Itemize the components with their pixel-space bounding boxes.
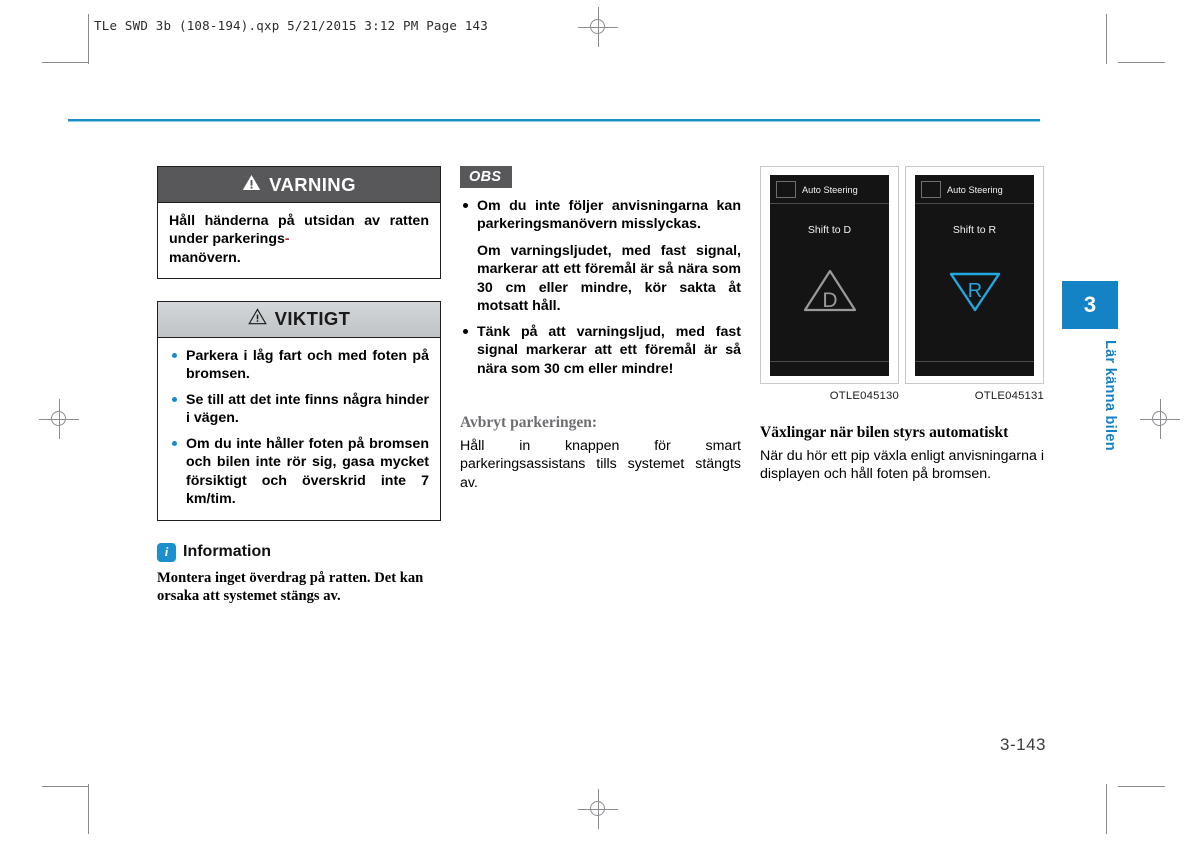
display-title: Auto Steering — [947, 184, 1003, 195]
chapter-tab-number: 3 — [1062, 281, 1118, 329]
display-footer — [915, 361, 1034, 376]
figure-caption: OTLE045130 — [829, 390, 899, 402]
svg-text:D: D — [822, 289, 837, 312]
shift-section-heading: Växlingar när bilen styrs automatiskt — [760, 424, 1009, 441]
figure-shift-to-d: Auto Steering Shift to D D OTLE045130 — [760, 166, 899, 402]
display-title: Auto Steering — [802, 184, 858, 195]
crop-mark-top-right-vertical — [1106, 14, 1107, 64]
caution-item-text: Om du inte håller foten på bromsen och b… — [186, 435, 429, 508]
list-item: Om du inte följer anvisningarna kan park… — [460, 197, 741, 316]
caution-item-text: Parkera i låg fart och med foten på brom… — [186, 347, 429, 383]
figure-frame: Auto Steering Shift to D D — [760, 166, 899, 384]
info-icon: i — [157, 542, 176, 562]
registration-mark-right — [1140, 399, 1180, 439]
triangle-up-d-icon: D — [770, 236, 889, 361]
cluster-display-r: Auto Steering Shift to R R — [915, 175, 1034, 376]
triangle-down-r-icon: R — [915, 236, 1034, 361]
page-number: 3-143 — [1000, 735, 1046, 754]
bullet-dot-icon — [172, 396, 177, 402]
caution-item-text: Se till att det inte finns några hinder … — [186, 391, 429, 427]
crop-mark-top-left-horizontal — [42, 62, 89, 63]
display-header: Auto Steering — [770, 175, 889, 204]
warning-text-hyphen: - — [284, 231, 290, 248]
warning-box-header: VARNING — [158, 167, 440, 203]
bullet-dot-icon — [463, 203, 468, 208]
registration-mark-top — [578, 7, 618, 47]
crop-mark-bottom-left-vertical — [88, 784, 89, 834]
caution-box-body: Parkera i låg fart och med foten på brom… — [158, 337, 440, 520]
square-outline-icon — [921, 181, 941, 198]
caution-bullet-list: Parkera i låg fart och med foten på brom… — [169, 347, 429, 509]
cancel-parking-heading: Avbryt parkeringen: — [460, 414, 598, 432]
crop-mark-bottom-right-vertical — [1106, 784, 1107, 834]
cluster-display-d: Auto Steering Shift to D D — [770, 175, 889, 376]
obs-item-extra: Om varningsljudet, med fast signal, mark… — [477, 242, 741, 315]
registration-mark-bottom — [578, 789, 618, 829]
caution-box-title: VIKTIGT — [274, 308, 351, 330]
figure-frame: Auto Steering Shift to R R — [905, 166, 1044, 384]
list-item: Om du inte håller foten på bromsen och b… — [169, 435, 429, 509]
warning-box-body: Håll händerna på utsidan av ratten under… — [158, 203, 440, 278]
list-item: Se till att det inte finns några hinder … — [169, 391, 429, 428]
display-message: Shift to R — [952, 224, 997, 236]
crop-mark-bottom-right-horizontal — [1118, 786, 1165, 787]
bullet-dot-icon — [172, 440, 177, 446]
figure-caption: OTLE045131 — [974, 390, 1044, 402]
warning-box-text: Håll händerna på utsidan av ratten under… — [169, 212, 429, 267]
print-file-header: TLe SWD 3b (108-194).qxp 5/21/2015 3:12 … — [94, 18, 489, 33]
middle-column: OBS Om du inte följer anvisningarna kan … — [460, 166, 741, 492]
bullet-dot-icon — [172, 352, 177, 358]
caution-box: VIKTIGT Parkera i låg fart och med foten… — [157, 300, 441, 521]
right-column: Auto Steering Shift to D D OTLE045130 Au… — [760, 166, 1044, 484]
cancel-parking-body: Håll in knappen för smart parkeringsassi… — [460, 437, 741, 491]
left-column: VARNING Håll händerna på utsidan av ratt… — [157, 166, 441, 606]
shift-section: Växlingar när bilen styrs automatiskt Nä… — [760, 424, 1044, 484]
chapter-tab-label: Lär känna bilen — [1102, 340, 1118, 451]
display-header: Auto Steering — [915, 175, 1034, 204]
list-item: Tänk på att varningsljud, med fast signa… — [460, 323, 741, 378]
header-rule — [68, 119, 1040, 122]
information-body: Montera inget överdrag på ratten. Det ka… — [157, 569, 424, 605]
warning-box: VARNING Håll händerna på utsidan av ratt… — [157, 166, 441, 279]
obs-item-main: Tänk på att varningsljud, med fast signa… — [477, 323, 741, 377]
bullet-dot-icon — [463, 328, 468, 334]
shift-section-body: När du hör ett pip växla enligt anvisnin… — [760, 447, 1044, 483]
list-item: Parkera i låg fart och med foten på brom… — [169, 347, 429, 384]
crop-mark-bottom-left-horizontal — [42, 786, 89, 787]
warning-triangle-outline-icon — [247, 308, 267, 330]
display-message: Shift to D — [807, 224, 852, 236]
caution-box-header: VIKTIGT — [158, 301, 440, 338]
warning-text-main: Håll händerna på utsidan av ratten under… — [169, 213, 429, 248]
information-block: i Information Montera inget överdrag på … — [157, 542, 441, 606]
registration-mark-left — [39, 399, 79, 439]
obs-label: OBS — [460, 166, 513, 188]
display-footer — [770, 361, 889, 376]
crop-mark-top-left-vertical — [88, 14, 89, 64]
crop-mark-top-right-horizontal — [1118, 62, 1165, 63]
square-outline-icon — [776, 181, 796, 198]
obs-item-main: Om du inte följer anvisningarna kan park… — [477, 198, 741, 233]
svg-text:R: R — [967, 280, 981, 302]
warning-box-title: VARNING — [269, 173, 356, 195]
information-title: Information — [183, 543, 271, 561]
obs-bullet-list: Om du inte följer anvisningarna kan park… — [460, 197, 741, 378]
warning-triangle-filled-icon — [242, 174, 261, 196]
warning-text-tail: manövern. — [169, 249, 241, 266]
figure-shift-to-r: Auto Steering Shift to R R OTLE045131 — [905, 166, 1044, 402]
display-figures: Auto Steering Shift to D D OTLE045130 Au… — [760, 166, 1044, 402]
information-header: i Information — [157, 542, 441, 562]
